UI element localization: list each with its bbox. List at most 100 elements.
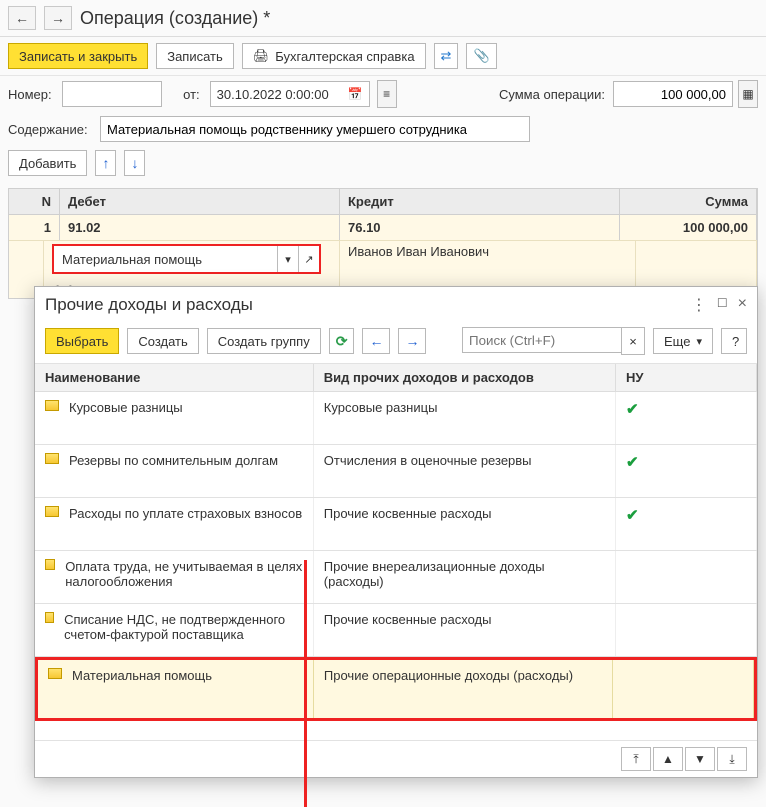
item-icon [45,453,59,464]
add-row-button[interactable]: Добавить [8,150,87,176]
list-item-name: Курсовые разницы [69,400,183,415]
save-button[interactable]: Записать [156,43,234,69]
list-item-type: Прочие внереализационные доходы (расходы… [314,551,616,603]
right-button[interactable] [398,328,426,354]
list-item[interactable]: Списание НДС, не подтвержденного счетом-… [35,604,757,657]
dropdown-toggle-icon[interactable]: ▾ [277,246,298,272]
list-item-name: Списание НДС, не подтвержденного счетом-… [64,612,303,642]
ot-label: от: [170,87,200,102]
arrow-left-icon [369,333,383,349]
more-button[interactable]: Еще ▾ [653,328,713,354]
page-title: Операция (создание) * [80,8,270,29]
accounting-reference-label: Бухгалтерская справка [275,49,414,64]
list-item-name-cell: Резервы по сомнительным долгам [35,445,314,497]
printer-icon [253,48,270,64]
list-item-name: Резервы по сомнительным долгам [69,453,278,468]
credit-analytics-value[interactable]: Иванов Иван Иванович [340,241,636,277]
col-n-header: N [9,189,60,214]
check-icon [626,402,639,417]
row-n: 1 [9,215,60,240]
list-item-nu [616,604,757,656]
list-item-type: Прочие косвенные расходы [314,604,616,656]
open-reference-icon[interactable]: ↗ [298,246,319,272]
list-item[interactable]: Курсовые разницы Курсовые разницы [35,392,757,445]
create-group-button[interactable]: Создать группу [207,328,321,354]
window-mode-icon[interactable] [717,295,728,315]
posting-subrow: Материальная помощь ▾ ↗ Иванов Иван Иван… [9,241,757,277]
more-button-label: Еще [664,334,690,349]
row-debit-acct[interactable]: 91.02 [60,215,340,240]
more-menu-icon[interactable] [691,295,707,315]
postings-grid: N Дебет Кредит Сумма 1 91.02 76.10 100 0… [8,188,758,299]
refresh-button[interactable] [329,328,355,354]
calendar-icon[interactable]: 📅 [348,87,363,101]
posting-row[interactable]: 1 91.02 76.10 100 000,00 [9,215,757,241]
col-name-header: Наименование [35,364,314,391]
list-item-nu [616,551,757,603]
sum-label: Сумма операции: [499,87,605,102]
paperclip-icon [473,48,489,64]
number-input[interactable] [62,81,162,107]
move-down-button[interactable] [124,150,145,176]
list-item[interactable]: Резервы по сомнительным долгам Отчисления… [35,445,757,498]
date-input[interactable]: 30.10.2022 0:00:00 📅 [210,81,370,107]
debit-analytics-value: Материальная помощь [54,252,277,267]
list-item-nu [616,392,757,444]
save-and-close-button[interactable]: Записать и закрыть [8,43,148,69]
item-icon [45,559,55,570]
select-button[interactable]: Выбрать [45,328,119,354]
check-icon [626,455,639,470]
sum-input[interactable] [613,81,733,107]
row-credit-acct[interactable]: 76.10 [340,215,620,240]
debit-analytics-dropdown[interactable]: Материальная помощь ▾ ↗ [52,244,321,274]
scroll-up-button[interactable]: ▲ [653,747,683,771]
refresh-icon [336,333,348,350]
list-item-name-cell: Материальная помощь [38,660,314,718]
list-item[interactable]: Материальная помощь Прочие операционные д… [35,657,757,721]
attach-button[interactable] [466,43,496,69]
list-item[interactable]: Расходы по уплате страховых взносовПрочи… [35,498,757,551]
transfer-button[interactable] [434,43,459,69]
col-nu-header: НУ [616,364,757,391]
list-item-type: Курсовые разницы [314,392,616,444]
nav-back-button[interactable]: ← [8,6,36,30]
scroll-down-button[interactable]: ▼ [685,747,715,771]
scroll-bottom-button[interactable]: ⤓ [717,747,747,771]
content-input[interactable] [100,116,530,142]
date-dropdown-icon[interactable]: ≡ [377,80,397,108]
col-credit-header: Кредит [340,189,620,214]
nav-fwd-button[interactable]: → [44,6,72,30]
close-icon[interactable] [738,295,747,315]
date-value: 30.10.2022 0:00:00 [217,87,329,102]
list-item-type: Отчисления в оценочные резервы [314,445,616,497]
list-item-name: Материальная помощь [72,668,212,683]
search-input[interactable] [462,327,622,353]
create-button[interactable]: Создать [127,328,198,354]
arrow-right-icon [405,333,419,349]
list-item-nu [616,498,757,550]
list-item-name: Оплата труда, не учитываемая в целях нал… [65,559,303,589]
search-clear-button[interactable]: × [621,327,645,355]
left-button[interactable] [362,328,390,354]
arrow-up-icon [102,155,109,171]
list-item-name-cell: Расходы по уплате страховых взносов [35,498,314,550]
item-icon [45,400,59,411]
help-button[interactable]: ? [721,328,747,354]
list-item-name-cell: Списание НДС, не подтвержденного счетом-… [35,604,314,656]
scroll-top-button[interactable]: ⤒ [621,747,651,771]
item-icon [45,506,59,517]
other-income-expense-popup: Прочие доходы и расходы Выбрать Создать … [34,286,758,778]
transfer-icon [441,48,452,64]
col-debit-header: Дебет [60,189,340,214]
accounting-reference-button[interactable]: Бухгалтерская справка [242,43,426,69]
list-item[interactable]: Оплата труда, не учитываемая в целях нал… [35,551,757,604]
sum-calc-icon[interactable]: ▦ [738,80,758,108]
list-item-nu [613,660,754,718]
move-up-button[interactable] [95,150,116,176]
item-icon [45,612,54,623]
item-icon [48,668,62,679]
list-item-name-cell: Оплата труда, не учитываемая в целях нал… [35,551,314,603]
col-type-header: Вид прочих доходов и расходов [314,364,616,391]
list-item-type: Прочие операционные доходы (расходы) [314,660,613,718]
row-sum[interactable]: 100 000,00 [620,215,757,240]
